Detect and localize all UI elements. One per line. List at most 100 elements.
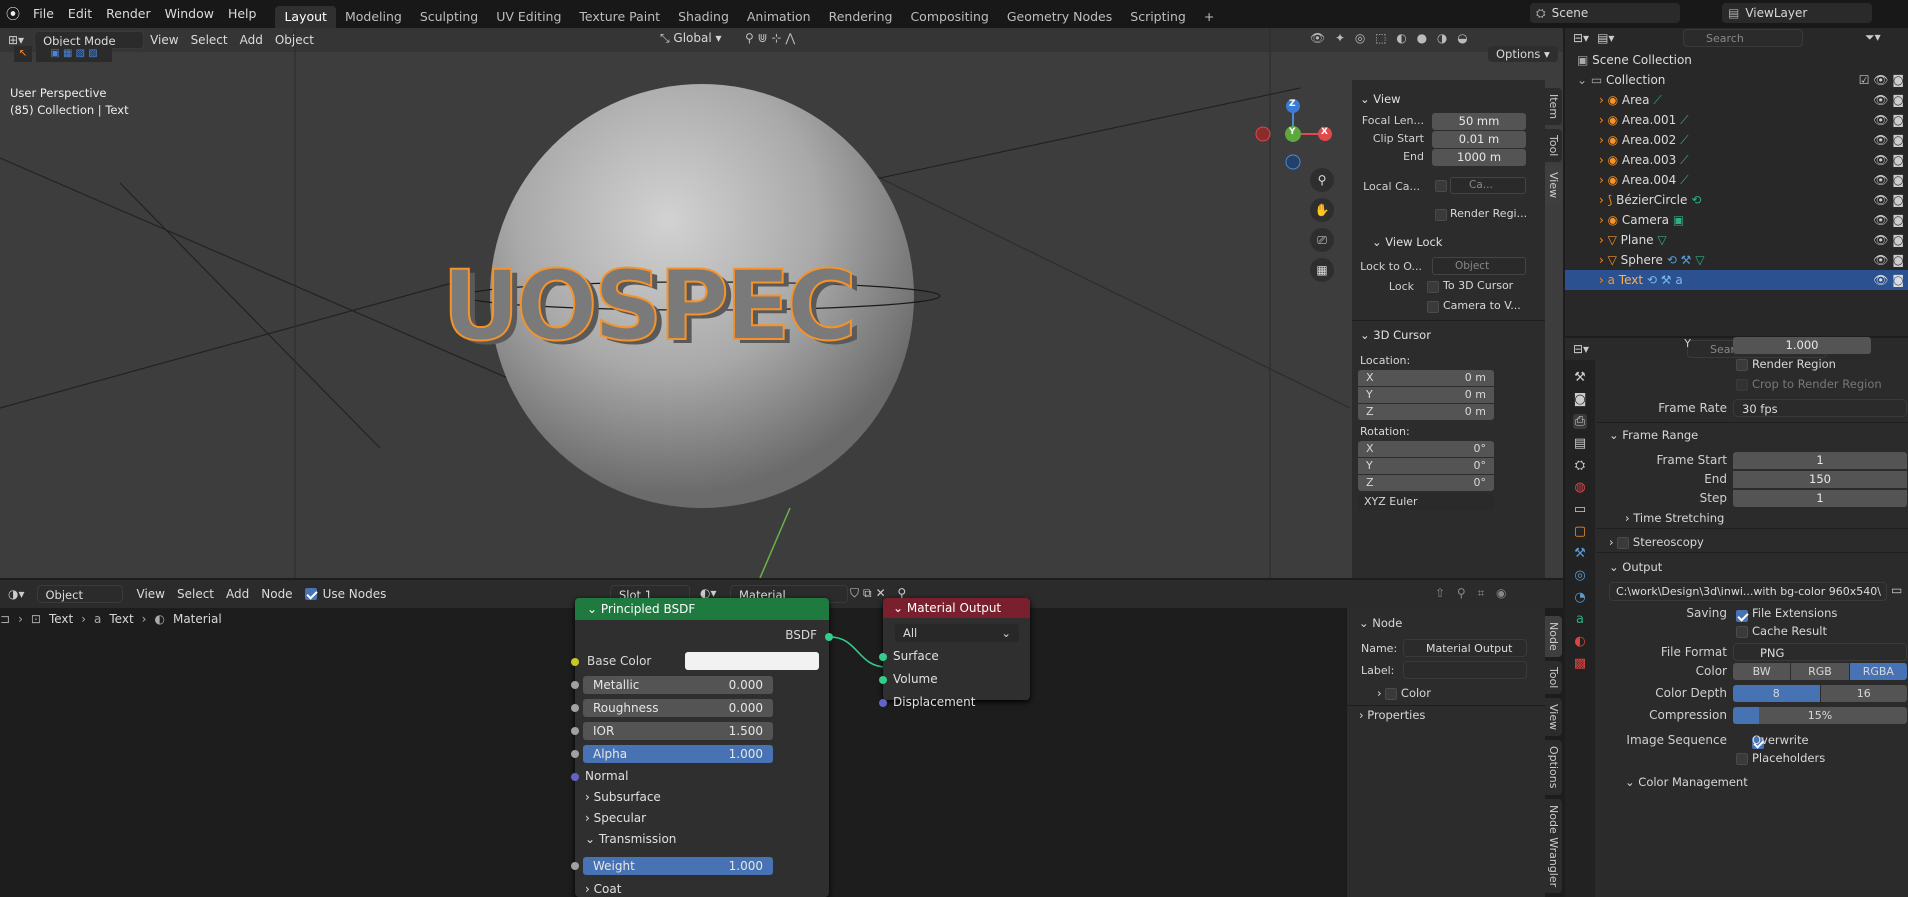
placeholders-checkbox[interactable] [1736, 753, 1748, 765]
output-node-header[interactable]: ⌄ Material Output [883, 598, 1030, 618]
scene-selector[interactable]: ⛭ Scene [1530, 3, 1680, 23]
rotation-mode-select[interactable]: XYZ Euler [1358, 494, 1494, 510]
color-bw-button[interactable]: BW [1733, 663, 1791, 680]
tab-modeling[interactable]: Modeling [336, 6, 411, 28]
world-tab-icon[interactable]: ◍ [1574, 480, 1585, 495]
color-rgb-button[interactable]: RGB [1791, 663, 1849, 680]
file-extensions-checkbox[interactable] [1736, 609, 1748, 622]
folder-icon[interactable]: ▭ [1891, 583, 1902, 597]
color-rgba-button[interactable]: RGBA [1849, 663, 1907, 680]
outliner-type-icon[interactable]: ⊟▾ [1565, 31, 1597, 45]
add-workspace-button[interactable]: + [1195, 6, 1223, 28]
tab-animation[interactable]: Animation [738, 6, 820, 28]
outliner-scene-collection[interactable]: ▣ Scene Collection [1577, 50, 1865, 70]
stereoscopy-panel[interactable]: › Stereoscopy [1609, 535, 1704, 549]
output-path-field[interactable]: C:\work\Design\3d\inwi...with bg-color 9… [1609, 582, 1887, 601]
cursor-rot-z[interactable]: Z 0° [1358, 475, 1494, 491]
tab-shading[interactable]: Shading [669, 6, 738, 28]
breadcrumb-data[interactable]: Text [109, 612, 133, 626]
particles-tab-icon[interactable]: ◎ [1574, 568, 1585, 583]
principled-bsdf-node[interactable]: ⌄ Principled BSDF BSDF Base Color Metall… [571, 598, 833, 897]
base-color-swatch[interactable] [685, 652, 819, 670]
outliner-item-plane[interactable]: › ▽ Plane ▽ 👁 ◙ [1599, 230, 1908, 250]
outliner-filter-mode-icon[interactable]: ▤▾ [1597, 31, 1614, 45]
local-camera-checkbox[interactable] [1435, 180, 1447, 192]
node-menu-view[interactable]: View [131, 583, 171, 605]
clip-start-field[interactable]: 0.01 m [1432, 131, 1526, 148]
pan-hand-icon[interactable]: ✋ [1310, 198, 1334, 222]
outliner-item-text[interactable]: › a Text ⟲ ⚒ a 👁 ◙ [1565, 270, 1908, 290]
node-menu-node[interactable]: Node [255, 583, 298, 605]
blender-logo-icon[interactable]: ⦿ [0, 4, 26, 24]
menu-render[interactable]: Render [99, 0, 158, 28]
text-object[interactable]: UOSPEC [441, 249, 858, 363]
lock-cursor-checkbox[interactable] [1427, 281, 1439, 293]
node-properties-panel[interactable]: › Properties [1359, 708, 1425, 722]
tab-layout[interactable]: Layout [275, 6, 336, 28]
local-camera-field[interactable]: Ca... [1450, 177, 1526, 194]
outliner-collection[interactable]: ⌄ ▭ Collection ☑ 👁 ◙ [1577, 70, 1908, 90]
menu-edit[interactable]: Edit [61, 0, 99, 28]
bsdf-node-header[interactable]: ⌄ Principled BSDF [575, 598, 829, 620]
filter-icon[interactable]: ⏷▾ [1865, 30, 1881, 45]
use-nodes-checkbox[interactable] [304, 588, 317, 600]
cursor-loc-y[interactable]: Y0 m [1358, 387, 1494, 403]
roughness-socket[interactable] [571, 704, 579, 712]
tab-node-wrangler[interactable]: Node Wrangler [1545, 798, 1562, 893]
metallic-field[interactable]: Metallic 0.000 [583, 676, 773, 694]
breadcrumb-material[interactable]: Material [173, 612, 222, 626]
modifier-tab-icon[interactable]: ⚒ [1574, 546, 1586, 561]
y-field[interactable]: 1.000 [1733, 337, 1871, 354]
outliner-item-beziercircle[interactable]: › ⟆ BézierCircle ⟲ 👁 ◙ [1599, 190, 1908, 210]
tab-texture-paint[interactable]: Texture Paint [570, 6, 669, 28]
grid-view-icon[interactable]: ▦ [1310, 258, 1334, 282]
depth-8-button[interactable]: 8 [1733, 685, 1820, 702]
frame-end-field[interactable]: 150 [1733, 471, 1907, 488]
scene-tab-icon[interactable]: ⛭ [1575, 458, 1585, 473]
alpha-field[interactable]: Alpha 1.000 [583, 745, 773, 763]
tab-compositing[interactable]: Compositing [901, 6, 997, 28]
render-region-prop-checkbox[interactable] [1736, 359, 1748, 371]
tab-node-view[interactable]: View [1545, 698, 1562, 737]
outliner-item-area-003[interactable]: › ◉ Area.003 ⟋ 👁 ◙ [1599, 150, 1908, 170]
view-lock-header[interactable]: ⌄ View Lock [1372, 235, 1442, 249]
object-tab-icon[interactable]: ▢ [1574, 524, 1586, 539]
tab-item[interactable]: Item [1545, 88, 1562, 126]
focal-length-field[interactable]: 50 mm [1432, 113, 1526, 130]
viewport-3d[interactable]: ⊞▾ Object Mode View Select Add Object ⤡ … [0, 28, 1563, 578]
crop-checkbox[interactable] [1736, 379, 1748, 391]
node-label-field[interactable] [1403, 661, 1527, 679]
tab-geometry-nodes[interactable]: Geometry Nodes [998, 6, 1121, 28]
texture-tab-icon[interactable]: ▩ [1574, 656, 1586, 671]
frame-range-header[interactable]: ⌄ Frame Range [1609, 428, 1698, 442]
subsurface-panel[interactable]: › Subsurface [585, 790, 661, 804]
frame-start-field[interactable]: 1 [1733, 452, 1907, 469]
specular-panel[interactable]: › Specular [585, 811, 646, 825]
tab-node[interactable]: Node [1545, 616, 1562, 657]
physics-tab-icon[interactable]: ◔ [1574, 590, 1585, 605]
camera-to-view-checkbox[interactable] [1427, 301, 1439, 313]
cursor-loc-z[interactable]: Z0 m [1358, 404, 1494, 420]
tab-view[interactable]: View [1545, 166, 1562, 205]
output-section-header[interactable]: ⌄ Output [1609, 560, 1662, 574]
time-stretching-panel[interactable]: › Time Stretching [1625, 511, 1724, 525]
node-section-header[interactable]: ⌄ Node [1359, 616, 1402, 630]
menu-file[interactable]: File [26, 0, 61, 28]
outliner-search-input[interactable]: Search [1683, 29, 1803, 47]
metallic-socket[interactable] [571, 681, 579, 689]
render-tab-icon[interactable]: ◙ [1574, 392, 1587, 407]
base-color-socket[interactable] [571, 658, 579, 666]
menu-window[interactable]: Window [158, 0, 221, 28]
clip-end-field[interactable]: 1000 m [1432, 149, 1526, 166]
tab-tool[interactable]: Tool [1545, 129, 1562, 163]
tab-options[interactable]: Options [1545, 740, 1562, 795]
node-menu-add[interactable]: Add [220, 583, 255, 605]
tool-tab-icon[interactable]: ⚒ [1574, 370, 1586, 385]
color-management-header[interactable]: ⌄ Color Management [1625, 775, 1748, 789]
node-editor[interactable]: ◑▾ Object View Select Add Node Use Nodes… [0, 580, 1563, 897]
coat-panel[interactable]: › Coat [585, 882, 621, 896]
options-button[interactable]: Options ▾ [1488, 46, 1558, 62]
render-region-checkbox[interactable] [1435, 209, 1447, 221]
node-color-panel[interactable]: › Color [1377, 686, 1431, 700]
view-layer-selector[interactable]: ▤ ViewLayer [1722, 3, 1872, 23]
